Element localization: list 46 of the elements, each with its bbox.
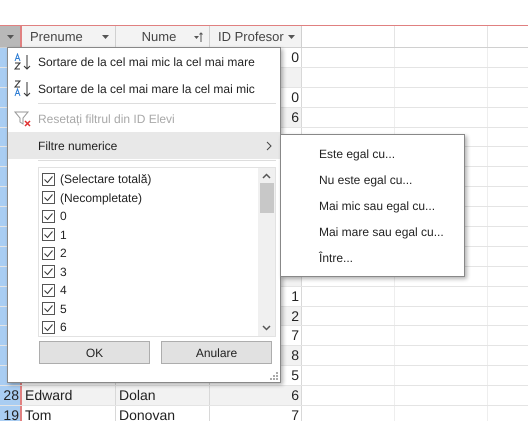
checkbox[interactable]: [42, 320, 55, 334]
value-label: 1: [60, 226, 67, 244]
table-cell: 6: [210, 386, 302, 406]
table-cell: 19: [0, 406, 22, 421]
value-label: (Necompletate): [60, 190, 142, 207]
sort-descending-icon: [14, 80, 32, 98]
value-label: 4: [60, 282, 67, 300]
dropdown-icon[interactable]: [288, 34, 295, 38]
checkbox[interactable]: [42, 191, 55, 204]
menu-item[interactable]: Mai mic sau egal cu...: [281, 193, 464, 219]
value-label: 0: [60, 208, 67, 226]
resize-grip-icon[interactable]: [270, 372, 278, 380]
scrollbar[interactable]: [258, 168, 275, 336]
checkbox[interactable]: [42, 284, 55, 297]
menu-item[interactable]: Filtre numerice: [8, 132, 280, 159]
value-label: (Selectare totală): [60, 171, 152, 188]
menu-item[interactable]: Nu este egal cu...: [281, 167, 464, 193]
menu-item[interactable]: Este egal cu...: [281, 141, 464, 167]
value-label: 2: [60, 245, 67, 262]
value-label: 3: [60, 264, 67, 281]
checkbox[interactable]: [42, 302, 55, 316]
value-label: 5: [60, 300, 67, 318]
scroll-down-icon[interactable]: [262, 325, 271, 331]
value-label: 6: [60, 319, 67, 336]
dropdown-icon[interactable]: [6, 34, 14, 38]
table-cell: 28: [0, 386, 22, 406]
checkbox[interactable]: [42, 228, 55, 242]
dialog-button[interactable]: OK: [39, 341, 150, 364]
column-header[interactable]: [0, 26, 22, 47]
scroll-up-icon[interactable]: [262, 173, 271, 179]
table-cell: Dolan: [116, 386, 210, 406]
scroll-thumb[interactable]: [260, 183, 274, 213]
table-cell: Edward: [22, 386, 116, 406]
sort-ascending-icon: [14, 52, 32, 70]
chevron-right-icon: [266, 140, 272, 150]
menu-item[interactable]: Mai mare sau egal cu...: [281, 219, 464, 245]
checkbox[interactable]: [42, 265, 55, 278]
table-cell: Tom: [22, 406, 116, 421]
checkbox[interactable]: [42, 246, 55, 260]
checkbox[interactable]: [42, 210, 55, 223]
menu-item[interactable]: Între...: [281, 245, 464, 271]
dialog-button[interactable]: Anulare: [161, 341, 272, 364]
dropdown-icon[interactable]: [102, 34, 109, 38]
sort-dropdown-icon[interactable]: [194, 32, 203, 42]
checkbox[interactable]: [42, 172, 55, 186]
clear-filter-icon: [14, 110, 32, 128]
